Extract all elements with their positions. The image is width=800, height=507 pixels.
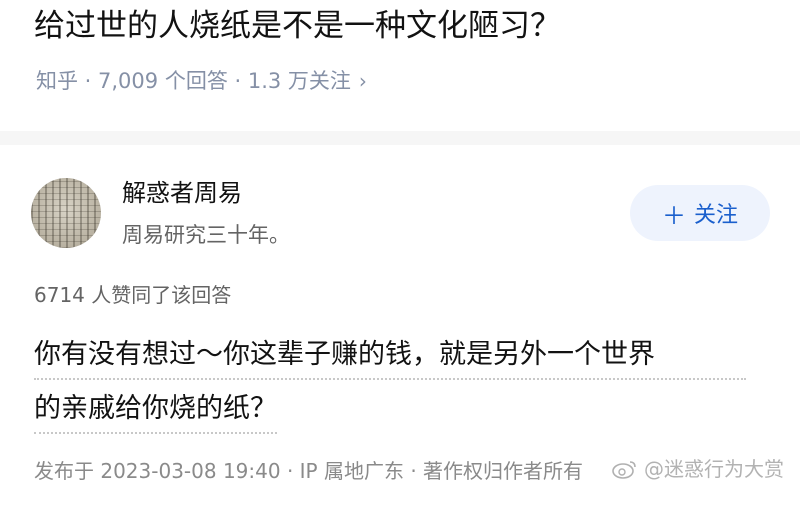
section-divider — [0, 131, 800, 145]
plus-icon: ＋ — [661, 201, 686, 230]
answer-text-line-1[interactable]: 你有没有想过～你这辈子赚的钱，就是另外一个世界 — [34, 336, 746, 380]
question-meta[interactable]: 知乎 · 7,009 个回答 · 1.3 万关注 › — [36, 66, 367, 96]
author-bio: 周易研究三十年。 — [122, 223, 290, 247]
question-meta-text: 知乎 · 7,009 个回答 · 1.3 万关注 — [36, 69, 351, 93]
publish-meta: 发布于 2023-03-08 19:40 · IP 属地广东 · 著作权归作者所… — [34, 459, 584, 483]
avatar[interactable] — [31, 178, 101, 248]
watermark: @迷惑行为大赏 — [612, 454, 784, 484]
follow-label: 关注 — [693, 203, 738, 228]
question-title[interactable]: 给过世的人烧纸是不是一种文化陋习？ — [34, 6, 561, 46]
chevron-right-icon: › — [358, 69, 367, 93]
vote-count: 6714 人赞同了该回答 — [34, 283, 232, 307]
answer-text-line-2[interactable]: 的亲戚给你烧的纸？ — [34, 390, 277, 434]
weibo-icon — [612, 461, 636, 479]
author-name[interactable]: 解惑者周易 — [122, 176, 242, 210]
watermark-text: @迷惑行为大赏 — [644, 457, 784, 481]
follow-button[interactable]: ＋ 关注 — [630, 185, 770, 241]
